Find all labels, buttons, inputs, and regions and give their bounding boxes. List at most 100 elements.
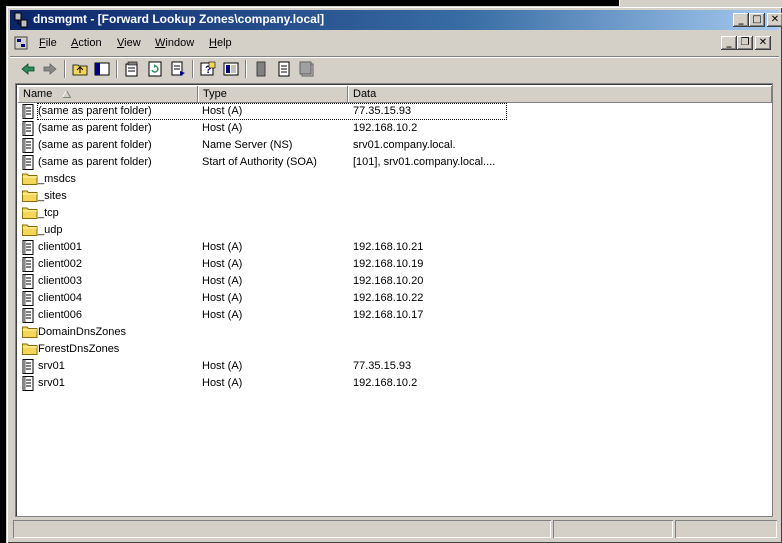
child-close-button[interactable]: ✕ — [755, 36, 771, 50]
record-row[interactable]: ForestDnsZones — [18, 341, 772, 358]
toolbar-separator — [245, 60, 247, 78]
record-row[interactable]: client004 Host (A) 192.168.10.22 — [18, 290, 772, 307]
forward-arrow-icon[interactable] — [40, 60, 60, 78]
dns-record-icon — [22, 291, 36, 306]
record-type: Host (A) — [202, 122, 243, 134]
record-type: Host (A) — [202, 360, 243, 372]
status-pane-2 — [553, 520, 673, 538]
record-name: srv01 — [38, 360, 65, 372]
folder-icon — [22, 342, 38, 357]
dns-record-icon — [22, 138, 36, 153]
show-hide-tree-icon[interactable] — [92, 60, 112, 78]
menu-view[interactable]: View — [117, 37, 141, 49]
status-pane-3 — [675, 520, 777, 538]
column-data-label: Data — [353, 88, 377, 100]
record-row[interactable]: srv01 Host (A) 192.168.10.2 — [18, 375, 772, 392]
record-type: Host (A) — [202, 258, 243, 270]
record-name: ForestDnsZones — [38, 343, 120, 355]
toolbar-separator — [64, 60, 66, 78]
title-bar[interactable]: dnsmgmt - [Forward Lookup Zones\company.… — [10, 10, 782, 30]
back-arrow-icon[interactable] — [18, 60, 38, 78]
record-row[interactable]: (same as parent folder) Start of Authorit… — [18, 154, 772, 171]
records-list[interactable]: Name Type Data (same as parent folder) Ho… — [15, 83, 773, 517]
record-name: (same as parent folder) — [38, 139, 152, 151]
record-row[interactable]: _sites — [18, 188, 772, 205]
record-row[interactable]: (same as parent folder) Name Server (NS) s… — [18, 137, 772, 154]
column-header-type[interactable]: Type — [198, 86, 348, 103]
dnsmgmt-window: dnsmgmt - [Forward Lookup Zones\company.… — [6, 6, 782, 543]
dns-record-icon — [22, 376, 36, 391]
record-data: [101], srv01.company.local.... — [353, 156, 496, 168]
menu-window[interactable]: Window — [155, 37, 194, 49]
export-list-icon[interactable] — [168, 60, 188, 78]
record-type: Host (A) — [202, 309, 243, 321]
record-name: _msdcs — [38, 173, 76, 185]
record-data: 192.168.10.20 — [353, 275, 424, 287]
server-icon[interactable] — [297, 60, 317, 78]
record-name: client006 — [38, 309, 83, 321]
dns-record-icon — [22, 359, 36, 374]
toolbar-separator — [116, 60, 118, 78]
record-name: DomainDnsZones — [38, 326, 127, 338]
help-icon[interactable]: ? — [198, 60, 218, 78]
record-type: Start of Authority (SOA) — [202, 156, 317, 168]
dns-record-icon — [22, 257, 36, 272]
close-button[interactable]: ✕ — [767, 13, 782, 27]
record-data: 77.35.15.93 — [353, 360, 412, 372]
refresh-icon[interactable] — [145, 60, 165, 78]
minimize-button[interactable]: _ — [733, 13, 749, 27]
menu-action[interactable]: Action — [71, 37, 102, 49]
record-data: 192.168.10.21 — [353, 241, 424, 253]
record-name: srv01 — [38, 377, 65, 389]
host-record-icon[interactable] — [274, 60, 294, 78]
record-type: Host (A) — [202, 275, 243, 287]
record-data: 192.168.10.19 — [353, 258, 424, 270]
folder-icon — [22, 223, 38, 238]
folder-icon — [22, 206, 38, 221]
console-tree-icon[interactable] — [221, 60, 241, 78]
zone-icon[interactable] — [251, 60, 271, 78]
record-row[interactable]: client006 Host (A) 192.168.10.17 — [18, 307, 772, 324]
dns-record-icon — [22, 274, 36, 289]
folder-icon — [22, 325, 38, 340]
mmc-console-icon[interactable] — [14, 36, 28, 50]
record-name: client001 — [38, 241, 83, 253]
record-row[interactable]: _msdcs — [18, 171, 772, 188]
record-data: srv01.company.local. — [353, 139, 456, 151]
dns-record-icon — [22, 308, 36, 323]
window-title: dnsmgmt - [Forward Lookup Zones\company.… — [33, 12, 325, 26]
record-row[interactable]: client003 Host (A) 192.168.10.20 — [18, 273, 772, 290]
record-row[interactable]: DomainDnsZones — [18, 324, 772, 341]
record-type: Host (A) — [202, 241, 243, 253]
record-name: client002 — [38, 258, 83, 270]
record-row[interactable]: srv01 Host (A) 77.35.15.93 — [18, 358, 772, 375]
maximize-button[interactable]: □ — [749, 13, 765, 27]
status-bar — [13, 520, 777, 538]
record-type: Host (A) — [202, 292, 243, 304]
record-row[interactable]: client002 Host (A) 192.168.10.19 — [18, 256, 772, 273]
dns-app-icon — [14, 12, 28, 28]
record-row[interactable]: _udp — [18, 222, 772, 239]
child-restore-button[interactable]: ❐ — [737, 36, 753, 50]
record-name: (same as parent folder) — [38, 156, 152, 168]
menu-bar: File Action View Window Help _ ❐ ✕ — [10, 34, 779, 54]
menu-file[interactable]: File — [39, 37, 57, 49]
record-row[interactable]: (same as parent folder) Host (A) 192.168.1… — [18, 120, 772, 137]
column-header-data[interactable]: Data — [348, 86, 772, 103]
record-row[interactable]: (same as parent folder) Host (A) 77.35.15.… — [18, 103, 772, 120]
record-data: 192.168.10.17 — [353, 309, 424, 321]
column-header-name[interactable]: Name — [18, 86, 198, 103]
record-row[interactable]: _tcp — [18, 205, 772, 222]
record-type: Name Server (NS) — [202, 139, 293, 151]
menu-help[interactable]: Help — [209, 37, 232, 49]
record-name: client003 — [38, 275, 83, 287]
child-minimize-button[interactable]: _ — [721, 36, 737, 50]
record-row[interactable]: client001 Host (A) 192.168.10.21 — [18, 239, 772, 256]
dns-record-icon — [22, 104, 36, 119]
record-data: 192.168.10.2 — [353, 377, 418, 389]
properties-icon[interactable] — [122, 60, 142, 78]
up-folder-icon[interactable] — [70, 60, 90, 78]
column-name-label: Name — [23, 88, 53, 100]
record-name: _udp — [38, 224, 63, 236]
sort-ascending-icon — [62, 90, 71, 98]
